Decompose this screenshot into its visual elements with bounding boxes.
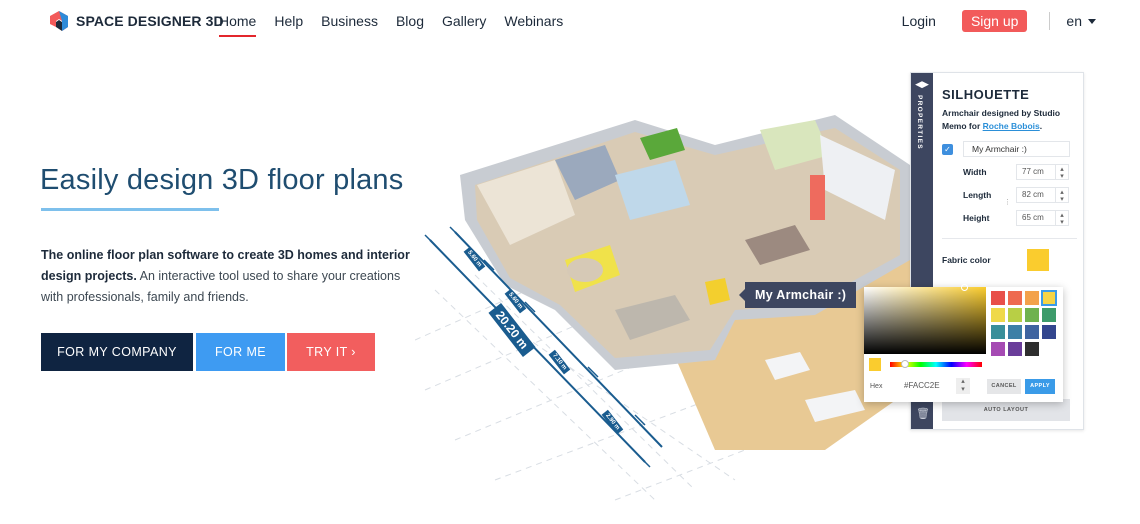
current-color-swatch — [869, 358, 881, 371]
nav-right: Login Sign up en — [902, 10, 1096, 32]
saturation-handle[interactable] — [961, 284, 968, 291]
cancel-button[interactable]: CANCEL — [987, 379, 1021, 394]
fabric-color-swatch[interactable] — [1027, 249, 1049, 271]
designer-link[interactable]: Roche Bobois — [983, 121, 1040, 131]
hex-label: Hex — [870, 383, 883, 390]
palette-swatch[interactable] — [1008, 325, 1022, 339]
color-picker: Hex #FACC2E ▴ ▾ CANCEL APPLY — [864, 284, 1063, 402]
height-stepper[interactable]: ▴ ▾ — [1056, 210, 1069, 226]
hue-slider-handle[interactable] — [901, 360, 909, 368]
nav-webinars[interactable]: Webinars — [504, 13, 563, 29]
nav-links: Home Help Business Blog Gallery Webinars — [219, 13, 581, 37]
auto-layout-button[interactable]: AUTO LAYOUT — [942, 399, 1070, 421]
palette-swatch[interactable] — [1008, 342, 1022, 356]
palette-swatch[interactable] — [991, 325, 1005, 339]
for-my-company-button[interactable]: FOR MY COMPANY — [41, 333, 193, 371]
expand-arrows-icon[interactable]: ◀▶ — [911, 79, 933, 90]
language-value: en — [1066, 13, 1082, 29]
hero-description: The online floor plan software to create… — [41, 245, 411, 308]
palette-swatch[interactable] — [991, 308, 1005, 322]
height-label: Height — [963, 213, 990, 223]
saturation-value-area[interactable] — [864, 287, 986, 354]
login-link[interactable]: Login — [902, 13, 936, 29]
palette-swatch[interactable] — [1025, 291, 1039, 305]
hex-stepper[interactable]: ▴ ▾ — [956, 378, 970, 394]
properties-body: SILHOUETTE Armchair designed by Studio M… — [942, 87, 1077, 271]
length-row: ⋮ Length 82 cm ▴ ▾ — [942, 187, 1077, 206]
top-nav: SPACE DESIGNER 3D Home Help Business Blo… — [0, 0, 1140, 44]
length-stepper[interactable]: ▴ ▾ — [1056, 187, 1069, 203]
try-it-button[interactable]: TRY IT › — [287, 333, 375, 371]
object-subtitle: Armchair designed by Studio Memo for Roc… — [942, 107, 1077, 133]
apply-button[interactable]: APPLY — [1025, 379, 1055, 394]
nav-help[interactable]: Help — [274, 13, 303, 29]
nav-business[interactable]: Business — [321, 13, 378, 29]
visible-checkbox[interactable]: ✓ — [942, 143, 953, 155]
house-logo-icon — [50, 11, 68, 31]
palette-swatch[interactable] — [991, 291, 1005, 305]
palette-swatch[interactable] — [1008, 308, 1022, 322]
fridge — [810, 175, 825, 220]
brand-logo[interactable]: SPACE DESIGNER 3D — [48, 10, 224, 32]
palette-swatch[interactable] — [1025, 308, 1039, 322]
palette-swatch[interactable] — [991, 342, 1005, 356]
fabric-color-label: Fabric color — [942, 255, 991, 265]
for-me-button[interactable]: FOR ME — [196, 333, 285, 371]
hero-underline — [41, 208, 219, 211]
trash-icon[interactable]: 🗑 — [916, 407, 930, 421]
width-stepper[interactable]: ▴ ▾ — [1056, 164, 1069, 180]
panel-separator — [942, 238, 1077, 239]
nav-divider — [1049, 12, 1051, 30]
object-title: SILHOUETTE — [942, 87, 1030, 102]
length-input[interactable]: 82 cm — [1016, 187, 1056, 203]
palette-swatch[interactable] — [1042, 308, 1056, 322]
color-palette — [991, 290, 1057, 356]
object-name-input[interactable]: My Armchair :) — [963, 141, 1070, 157]
language-select[interactable]: en — [1066, 13, 1096, 29]
height-input[interactable]: 65 cm — [1016, 210, 1056, 226]
hex-input[interactable]: #FACC2E — [902, 378, 952, 394]
nav-home[interactable]: Home — [219, 13, 257, 37]
palette-swatch[interactable] — [1008, 291, 1022, 305]
fabric-row: Fabric color — [942, 249, 1077, 271]
nav-blog[interactable]: Blog — [396, 13, 424, 29]
palette-swatch[interactable] — [1041, 290, 1057, 306]
nav-gallery[interactable]: Gallery — [442, 13, 486, 29]
subtitle-end: . — [1039, 121, 1043, 131]
properties-label: PROPERTIES — [916, 95, 923, 150]
page: SPACE DESIGNER 3D Home Help Business Blo… — [0, 0, 1140, 524]
width-input[interactable]: 77 cm — [1016, 164, 1056, 180]
object-tooltip: My Armchair :) — [738, 282, 857, 308]
hero-title: Easily design 3D floor plans — [40, 164, 404, 196]
brand-name: SPACE DESIGNER 3D — [76, 13, 224, 29]
palette-swatch[interactable] — [1025, 325, 1039, 339]
lock-ratio-icon[interactable]: ⋮ — [1004, 198, 1011, 206]
width-label: Width — [963, 167, 987, 177]
height-row: Height 65 cm ▴ ▾ — [942, 210, 1077, 226]
caret-down-icon — [1088, 18, 1096, 24]
signup-button[interactable]: Sign up — [961, 10, 1028, 32]
palette-swatch[interactable] — [1042, 325, 1056, 339]
name-row: ✓ My Armchair :) — [942, 141, 1077, 157]
width-row: Width 77 cm ▴ ▾ — [942, 164, 1077, 180]
palette-swatch[interactable] — [1025, 342, 1039, 356]
